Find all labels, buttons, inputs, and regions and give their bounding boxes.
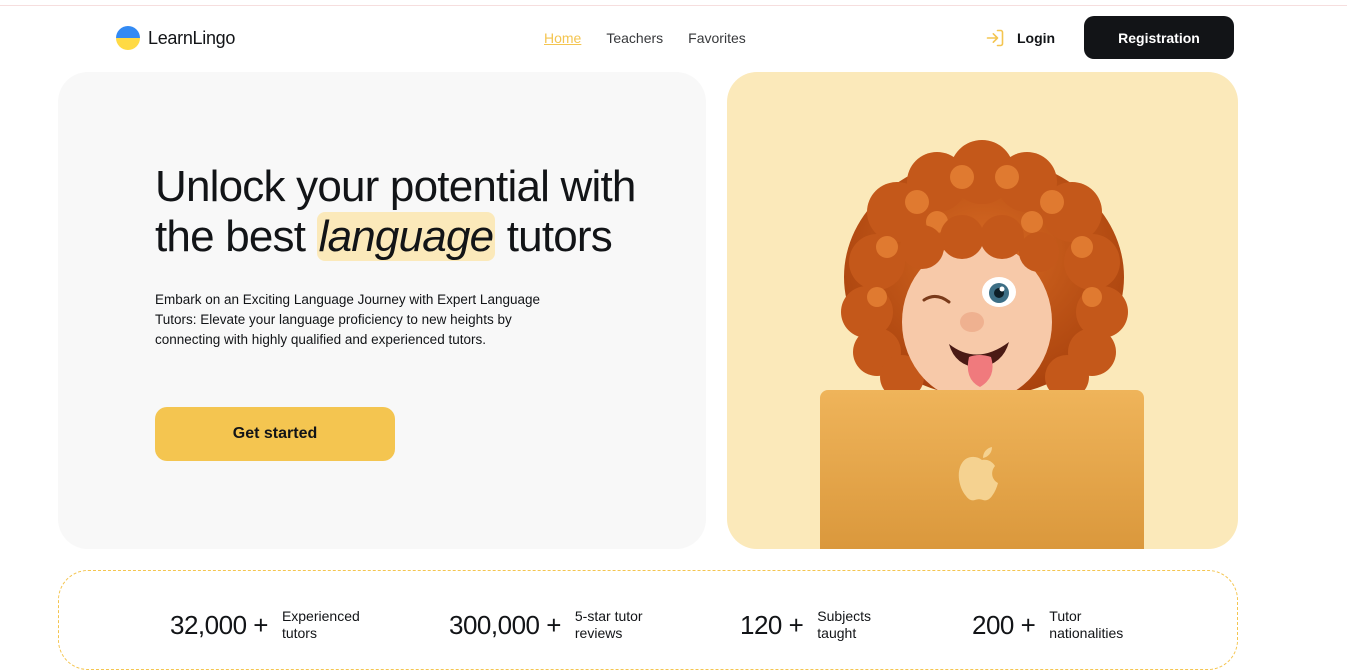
stat-item: 32,000 + Experienced tutors [170,608,372,642]
registration-button[interactable]: Registration [1084,16,1234,59]
hero-title: Unlock your potential with the best lang… [155,162,675,262]
hero-title-highlight: language [316,212,496,261]
stat-value: 300,000 + [449,609,561,640]
memoji-illustration [820,140,1144,549]
logo-link[interactable]: LearnLingo [116,26,235,50]
hero-title-part2: tutors [506,212,613,261]
get-started-button[interactable]: Get started [155,407,395,461]
hero-panel: Unlock your potential with the best lang… [58,72,706,549]
stat-label: Subjects taught [817,608,871,641]
nav-home[interactable]: Home [544,30,581,46]
ukraine-flag-icon [116,26,140,50]
stat-item: 200 + Tutor nationalities [972,608,1139,642]
stat-label: 5-star tutor reviews [574,608,643,641]
top-border [0,0,1347,6]
main-nav: Home Teachers Favorites [544,30,746,46]
stat-label: Tutor nationalities [1049,608,1124,641]
stats-panel: 32,000 + Experienced tutors 300,000 + 5-… [58,570,1238,670]
hero-illustration-panel [727,72,1238,549]
brand-name: LearnLingo [148,27,236,48]
stat-item: 120 + Subjects taught [740,608,907,642]
stat-item: 300,000 + 5-star tutor reviews [449,608,665,642]
login-arrow-icon [986,29,1004,47]
login-label: Login [1017,30,1056,46]
stat-value: 200 + [972,609,1036,640]
stat-value: 32,000 + [170,609,268,640]
login-button[interactable]: Login [985,28,1055,48]
header: LearnLingo Home Teachers Favorites Login… [0,7,1347,69]
stat-value: 120 + [740,609,804,640]
stat-label: Experienced tutors [281,608,360,641]
nav-favorites[interactable]: Favorites [688,30,746,46]
nav-teachers[interactable]: Teachers [606,30,663,46]
hero-description: Embark on an Exciting Language Journey w… [155,292,541,347]
